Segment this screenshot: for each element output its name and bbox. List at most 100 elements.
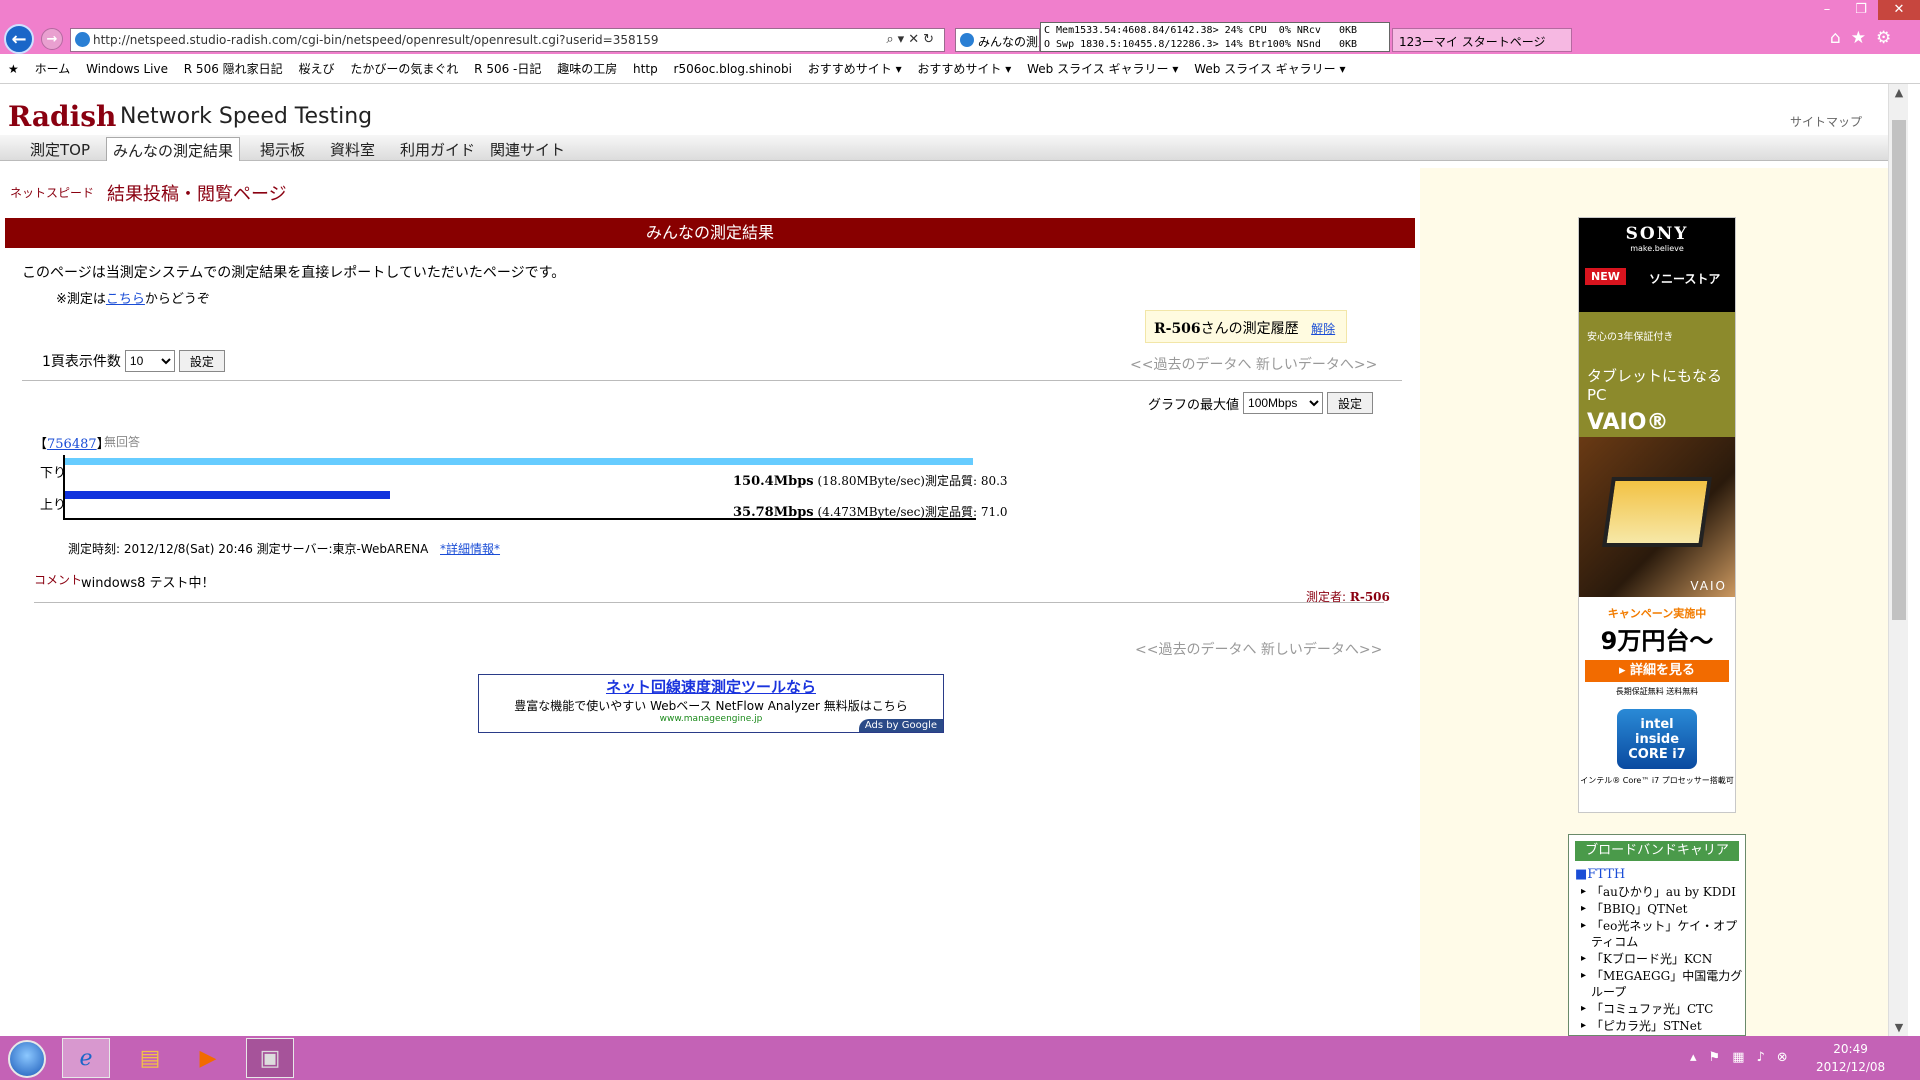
- tray-misc-icon[interactable]: ⊗: [1777, 1050, 1800, 1065]
- detail-link[interactable]: *詳細情報*: [440, 540, 500, 557]
- gear-icon[interactable]: ⚙: [1876, 28, 1901, 48]
- google-ad[interactable]: ネット回線速度測定ツールなら 豊富な機能で使いやすい Webベース NetFlo…: [478, 674, 944, 733]
- graph-max-label: グラフの最大値: [1148, 397, 1240, 413]
- divider: [22, 380, 1402, 381]
- back-arrow-icon[interactable]: ←: [4, 24, 34, 54]
- ie-tab-icon: [960, 33, 974, 47]
- intel-note: インテル® Core™ i7 プロセッサー搭載可: [1580, 776, 1734, 785]
- download-detail: (18.80MByte/sec)測定品質: 80.3: [817, 474, 1008, 488]
- site-subtitle: Network Speed Testing: [120, 104, 373, 129]
- graph-max-select[interactable]: 100Mbps: [1243, 392, 1324, 414]
- perpage-set-button[interactable]: 設定: [178, 350, 225, 372]
- site-logo[interactable]: Radish: [8, 100, 116, 133]
- sony-detail-button[interactable]: ▸ 詳細を見る: [1585, 660, 1729, 682]
- star-icon[interactable]: ★: [1851, 28, 1876, 48]
- carrier-item[interactable]: 「BBIQ」QTNet: [1581, 901, 1745, 917]
- sony-tagline: make.believe: [1630, 244, 1684, 253]
- fav-item[interactable]: Web スライス ギャラリー ▾: [1194, 62, 1345, 76]
- fav-item[interactable]: r506oc.blog.shinobi: [674, 62, 792, 76]
- vertical-scrollbar[interactable]: ▲ ▼: [1888, 84, 1908, 1036]
- folder-taskbar-icon[interactable]: ▤: [126, 1038, 174, 1078]
- meter-line-1: C Mem1533.54:4608.84/6142.38> 24% CPU 0%…: [1044, 25, 1358, 36]
- speaker-icon[interactable]: ♪: [1756, 1050, 1776, 1065]
- download-speed: 150.4Mbps: [733, 474, 814, 489]
- tab-start-page[interactable]: 123ーマイ スタートページ: [1392, 28, 1572, 52]
- download-bar: [65, 458, 973, 465]
- tray-chevron-icon[interactable]: ▴: [1690, 1050, 1709, 1065]
- tab-active-label: みんなの測定: [978, 35, 1039, 49]
- minimize-icon[interactable]: –: [1810, 0, 1844, 20]
- measure-info: 測定時刻: 2012/12/8(Sat) 20:46 測定サーバー:東京-Web…: [68, 542, 429, 556]
- upload-bar: [65, 491, 390, 499]
- carrier-item[interactable]: 「eo光ネット」ケイ・オプティコム: [1581, 918, 1745, 950]
- history-clear-link[interactable]: 解除: [1311, 322, 1335, 336]
- monitor-taskbar-icon[interactable]: ▣: [246, 1038, 294, 1078]
- nav-top[interactable]: 測定TOP: [24, 137, 96, 161]
- start-button[interactable]: [8, 1040, 46, 1078]
- address-bar[interactable]: http://netspeed.studio-radish.com/cgi-bi…: [70, 28, 945, 52]
- sony-store-row: NEW ソニーストア: [1579, 258, 1735, 312]
- note-prefix: ※測定は: [56, 292, 106, 307]
- fav-item[interactable]: Windows Live: [86, 62, 168, 76]
- carrier-item[interactable]: 「コミュファ光」CTC: [1581, 1001, 1745, 1017]
- comment-label: コメント: [34, 573, 83, 587]
- nav-related[interactable]: 関連サイト: [484, 137, 571, 161]
- carrier-item[interactable]: 「auひかり」au by KDDI: [1581, 884, 1745, 900]
- graph-max-set-button[interactable]: 設定: [1327, 392, 1374, 414]
- clock[interactable]: 20:49 2012/12/08: [1816, 1040, 1885, 1076]
- note-link[interactable]: こちら: [106, 292, 145, 307]
- scroll-up-icon[interactable]: ▲: [1889, 86, 1909, 99]
- ie-taskbar-icon[interactable]: ℯ: [62, 1038, 110, 1078]
- fav-item[interactable]: http: [633, 62, 658, 76]
- fav-item[interactable]: ホーム: [35, 62, 71, 76]
- close-icon[interactable]: ✕: [1878, 0, 1920, 20]
- fav-item[interactable]: R 506 -日記: [474, 62, 541, 76]
- ad-title[interactable]: ネット回線速度測定ツールなら: [479, 676, 943, 697]
- sony-price: 9万円台～: [1600, 627, 1714, 655]
- ads-by-google[interactable]: Ads by Google: [858, 719, 943, 732]
- scroll-down-icon[interactable]: ▼: [1889, 1021, 1909, 1034]
- home-icon[interactable]: ⌂: [1830, 28, 1851, 48]
- fav-item[interactable]: おすすめサイト ▾: [808, 62, 902, 76]
- fav-item[interactable]: 趣味の工房: [557, 62, 617, 76]
- flag-icon[interactable]: ⚑: [1709, 1050, 1733, 1065]
- carrier-item[interactable]: 「ピカラ光」STNet: [1581, 1018, 1745, 1034]
- carrier-item[interactable]: 「MEGAEGG」中国電力グループ: [1581, 968, 1745, 1000]
- system-tray[interactable]: ▴⚑▦♪⊗: [1690, 1050, 1800, 1065]
- clock-time: 20:49: [1833, 1042, 1868, 1056]
- breadcrumb-small: ネットスピード: [10, 186, 95, 200]
- nav-guide[interactable]: 利用ガイド: [394, 137, 481, 161]
- address-controls[interactable]: ⌕▾✕↻: [886, 32, 938, 47]
- pager-top[interactable]: <<過去のデータへ 新しいデータへ>>: [1130, 354, 1377, 374]
- upload-readout: 35.78Mbps (4.473MByte/sec)測定品質: 71.0: [733, 503, 1008, 520]
- media-player-icon[interactable]: ▶: [184, 1038, 232, 1078]
- network-icon[interactable]: ▦: [1732, 1050, 1756, 1065]
- favorites-bar: ★ ホーム Windows Live R 506 隠れ家日記 桜えび たかびーの…: [0, 54, 1920, 84]
- tab-active[interactable]: みんなの測定: [955, 28, 1040, 52]
- meter-line-2: O Swp 1830.5:10455.8/12286.3> 14% Btr100…: [1044, 39, 1358, 50]
- scroll-thumb[interactable]: [1892, 120, 1906, 620]
- maximize-icon[interactable]: ❐: [1844, 0, 1878, 20]
- forward-arrow-icon[interactable]: →: [41, 28, 63, 50]
- browser-tools[interactable]: ⌂★⚙: [1830, 28, 1901, 48]
- fav-item[interactable]: R 506 隠れ家日記: [184, 62, 283, 76]
- sitemap-link[interactable]: サイトマップ: [1790, 113, 1862, 130]
- carrier-ftth: ■FTTH: [1575, 867, 1626, 882]
- fav-item[interactable]: Web スライス ギャラリー ▾: [1027, 62, 1178, 76]
- carrier-title: ブロードバンドキャリア: [1575, 841, 1739, 861]
- fav-item[interactable]: 桜えび: [298, 62, 334, 76]
- nav-results[interactable]: みんなの測定結果: [106, 137, 241, 161]
- fav-item[interactable]: たかびーの気まぐれ: [350, 62, 458, 76]
- record-id-link[interactable]: 756487: [47, 437, 97, 452]
- perpage-label: 1頁表示件数: [42, 354, 121, 370]
- pager-bottom[interactable]: <<過去のデータへ 新しいデータへ>>: [1135, 639, 1382, 659]
- vaio-photo: VAIO: [1579, 437, 1735, 597]
- nav-board[interactable]: 掲示板: [254, 137, 311, 161]
- perpage-select[interactable]: 10: [124, 350, 175, 372]
- nav-library[interactable]: 資料室: [324, 137, 381, 161]
- carrier-item[interactable]: 「Kブロード光」KCN: [1581, 951, 1745, 967]
- favorites-star-icon[interactable]: ★: [8, 62, 19, 76]
- fav-item[interactable]: おすすめサイト ▾: [917, 62, 1011, 76]
- sony-promo: 安心の3年保証付き タブレットにもなるPC VAIO® Duo11: [1579, 312, 1735, 460]
- sony-ad-banner[interactable]: SONY make.believe NEW ソニーストア 安心の3年保証付き タ…: [1578, 217, 1736, 813]
